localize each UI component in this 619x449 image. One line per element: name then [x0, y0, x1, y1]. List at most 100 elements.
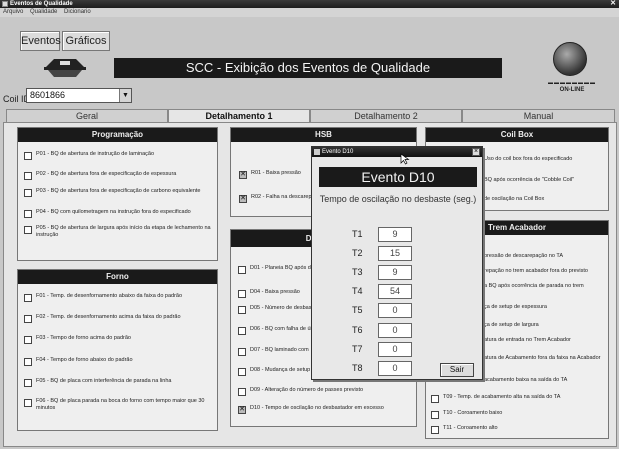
field-t7[interactable]: 0 [378, 342, 412, 357]
checkbox[interactable] [24, 226, 32, 234]
list-item[interactable]: atura de entrada no Trem Acabador [484, 337, 606, 344]
graficos-button[interactable]: Gráficos [62, 31, 110, 51]
checkbox[interactable] [24, 189, 32, 197]
list-item[interactable]: ✕ D10 - Tempo de oscilação no desbastador… [238, 405, 420, 414]
app-banner: SCC - Exibição dos Eventos de Qualidade [114, 58, 502, 78]
checkbox[interactable] [238, 348, 246, 356]
field-label-t6: T6 [352, 325, 363, 335]
checkbox[interactable] [238, 327, 246, 335]
list-item[interactable]: F04 - Tempo de forno abaixo do padrão [24, 357, 214, 366]
field-label-t7: T7 [352, 344, 363, 354]
coil-id-select[interactable]: 8601866 ▼ [26, 88, 132, 103]
field-label-t4: T4 [352, 286, 363, 296]
checkbox[interactable] [238, 290, 246, 298]
dialog-title: Evento D10 [322, 149, 354, 155]
field-t6[interactable]: 0 [378, 323, 412, 338]
field-t1[interactable]: 9 [378, 227, 412, 242]
logo-icon [44, 59, 86, 77]
panel-title: Programação [18, 128, 217, 142]
checkbox[interactable] [24, 358, 32, 366]
field-label-t5: T5 [352, 305, 363, 315]
tab-manual[interactable]: Manual [462, 109, 615, 122]
checkbox-checked[interactable]: ✕ [239, 195, 247, 203]
list-item[interactable]: Uso do coil box fora do especificado [484, 156, 606, 163]
list-item[interactable]: atura de Acabamento fora da faixa na Aca… [484, 355, 606, 362]
menu-item-qualidade[interactable]: Qualidade [30, 9, 57, 15]
menu-item-dicionario[interactable]: Dicionario [64, 9, 91, 15]
coil-id-value: 8601866 [30, 90, 66, 100]
checkbox[interactable] [24, 294, 32, 302]
cursor-icon [400, 153, 410, 165]
list-item[interactable]: P05 - BQ de abertura de largura após iní… [24, 225, 214, 238]
dialog-titlebar: Evento D10 × [312, 147, 482, 157]
checkbox[interactable] [238, 388, 246, 396]
field-t5[interactable]: 0 [378, 303, 412, 318]
list-item[interactable]: de oscilação na Coil Box [484, 196, 606, 203]
checkbox[interactable] [431, 395, 439, 403]
checkbox[interactable] [24, 152, 32, 160]
list-item[interactable]: acabamento baixa na saída do TA [484, 377, 606, 384]
menu-item-arquivo[interactable]: Arquivo [3, 9, 23, 15]
checkbox[interactable] [431, 411, 439, 419]
list-item[interactable]: F03 - Tempo de forno acima do padrão [24, 335, 214, 344]
field-label-t2: T2 [352, 248, 363, 258]
field-t4[interactable]: 54 [378, 284, 412, 299]
eventos-button[interactable]: Eventos [20, 31, 61, 51]
list-item[interactable]: F05 - BQ de placa com interferência de p… [24, 378, 214, 387]
list-item[interactable]: D09 - Alteração do número de passes prev… [238, 387, 414, 396]
checkbox-checked[interactable]: ✕ [238, 406, 246, 414]
list-item[interactable]: a BQ após ocorrência de parada no trem [484, 283, 606, 290]
window-title: Eventos de Qualidade [10, 1, 73, 7]
checkbox[interactable] [24, 210, 32, 218]
checkbox[interactable] [238, 266, 246, 274]
list-item[interactable]: T11 - Coroamento alto [431, 425, 607, 434]
field-t3[interactable]: 9 [378, 265, 412, 280]
field-label-t1: T1 [352, 229, 363, 239]
list-item[interactable]: P04 - BQ com quilometragem na instrução … [24, 209, 214, 218]
sair-button[interactable]: Sair [440, 363, 474, 377]
list-item[interactable]: F02 - Temp. de desenfornamento acima da … [24, 314, 214, 323]
field-t2[interactable]: 15 [378, 246, 412, 261]
checkbox[interactable] [24, 399, 32, 407]
list-item[interactable]: P03 - BQ de abertura fora de especificaç… [24, 188, 214, 197]
menu-bar: Arquivo Qualidade Dicionario [0, 8, 619, 17]
list-item[interactable]: BQ após ocorrência de "Cobble Coil" [484, 177, 606, 184]
tab-detalhamento-1[interactable]: Detalhamento 1 [168, 109, 310, 122]
online-coin-icon [553, 42, 587, 76]
field-label-t3: T3 [352, 267, 363, 277]
checkbox[interactable] [431, 426, 439, 434]
list-item[interactable]: F06 - BQ de placa parada na boca do forn… [24, 398, 214, 411]
panel-title: HSB [231, 128, 416, 142]
checkbox[interactable] [238, 306, 246, 314]
checkbox[interactable] [238, 368, 246, 376]
close-icon[interactable]: × [472, 148, 480, 156]
tab-geral[interactable]: Geral [6, 109, 168, 122]
window-icon [2, 1, 8, 7]
list-item[interactable]: ça de setup de largura [484, 322, 606, 329]
dropdown-arrow-icon[interactable]: ▼ [119, 89, 131, 102]
evento-dialog: Evento D10 × Evento D10 Tempo de oscilaç… [311, 146, 483, 380]
window-titlebar: Eventos de Qualidade ✕ [0, 0, 619, 8]
checkbox[interactable] [24, 315, 32, 323]
checkbox[interactable] [24, 336, 32, 344]
list-item[interactable]: P02 - BQ de abertura fora de especificaç… [24, 171, 214, 180]
list-item[interactable]: T10 - Coroamento baixo [431, 410, 607, 419]
tab-detalhamento-2[interactable]: Detalhamento 2 [310, 109, 462, 122]
field-t8[interactable]: 0 [378, 361, 412, 376]
dialog-heading: Evento D10 [319, 167, 477, 187]
dialog-subtitle: Tempo de oscilação no desbaste (seg.) [319, 194, 477, 204]
checkbox[interactable] [24, 172, 32, 180]
checkbox-checked[interactable]: ✕ [239, 171, 247, 179]
list-item[interactable]: T09 - Temp. de acabamento alta na saída … [431, 394, 607, 403]
list-item[interactable]: F01 - Temp. de desenfornamento abaixo da… [24, 293, 214, 302]
window-icon [314, 149, 320, 155]
checkbox[interactable] [24, 379, 32, 387]
panel-title: Forno [18, 270, 217, 284]
list-item[interactable]: repação no trem acabador fora do previst… [484, 268, 606, 275]
panel-title: Coil Box [426, 128, 608, 142]
list-item[interactable]: ça de setup de espessura [484, 304, 606, 311]
list-item[interactable]: P01 - BQ de abertura de instrução de lam… [24, 151, 214, 160]
field-label-t8: T8 [352, 363, 363, 373]
list-item[interactable]: pressão de descarepação no TA [484, 253, 606, 260]
close-icon[interactable]: ✕ [610, 0, 616, 8]
